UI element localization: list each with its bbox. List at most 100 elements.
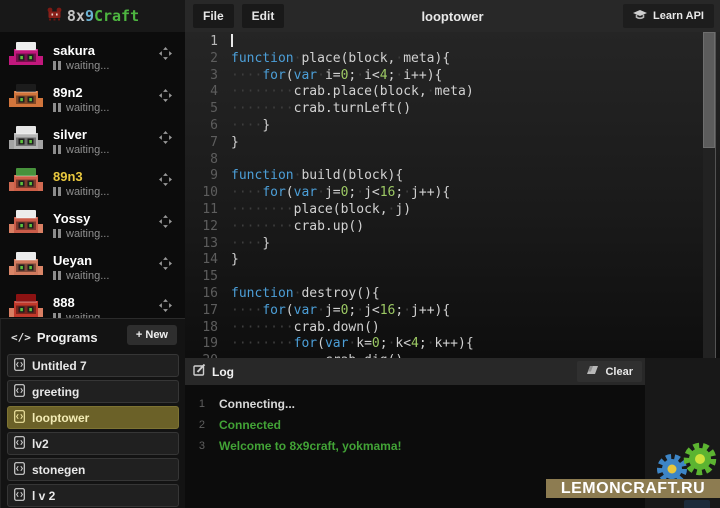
edit-menu-button[interactable]: Edit [242,4,285,28]
code-line: 14} [185,252,720,269]
player-info: 89n3 waiting... [53,169,109,198]
player-row[interactable]: Ueyanwaiting... [0,246,185,288]
player-name: 888 [53,295,109,310]
code-line: 4········crab.place(block,·meta) [185,84,720,101]
move-arrows-icon[interactable] [159,257,172,275]
program-list: Untitled 7 greeting looptower lv2 stonegen l … [7,354,179,507]
player-status-label: waiting... [66,60,109,72]
line-number: 7 [185,135,231,152]
text-cursor [231,34,233,47]
program-item[interactable]: Untitled 7 [7,354,179,377]
program-file-icon [14,488,25,504]
player-info: 89n2waiting... [53,85,109,114]
pause-icon [53,103,61,112]
file-menu-button[interactable]: File [193,4,234,28]
player-info: Yossywaiting... [53,211,109,240]
program-item[interactable]: stonegen [7,458,179,481]
code-text: ····for(var·j=0;·j<16;·j++){ [231,303,450,320]
pause-icon [53,61,61,70]
log-line-number: 1 [185,394,219,415]
clear-log-button[interactable]: Clear [577,361,642,382]
watermark-text: LEMONCRAFT.RU [561,480,705,498]
pause-icon [53,187,61,196]
robot-avatar-icon [9,83,43,116]
edit-note-icon [193,363,206,381]
player-row[interactable]: silver waiting... [0,120,185,162]
logo-text: 8x9Craft [67,7,139,25]
editor-scrollbar[interactable] [703,32,716,358]
program-item-label: Untitled 7 [32,359,87,373]
code-line: 9function·build(block){ [185,168,720,185]
player-status: waiting... [53,270,109,282]
line-number: 9 [185,168,231,185]
player-status-label: waiting... [66,144,109,156]
line-number: 5 [185,101,231,118]
program-item[interactable]: lv2 [7,432,179,455]
line-number: 8 [185,152,231,169]
code-line: 7} [185,135,720,152]
code-text: ····} [231,118,270,135]
program-file-icon [14,462,25,478]
app-logo: 8x9Craft [0,0,185,32]
player-row[interactable]: Yossywaiting... [0,204,185,246]
learn-api-label: Learn API [653,10,704,22]
program-item[interactable]: greeting [7,380,179,403]
code-text: function·place(block,·meta){ [231,51,450,68]
program-item[interactable]: l v 2 [7,484,179,507]
program-item[interactable]: looptower [7,406,179,429]
code-line: 11········place(block,·j) [185,202,720,219]
learn-api-button[interactable]: Learn API [623,4,714,28]
player-status: waiting... [53,228,109,240]
move-arrows-icon[interactable] [159,215,172,233]
line-number: 1 [185,34,231,51]
code-line: 18········crab.down() [185,320,720,337]
player-status: waiting... [53,102,109,114]
player-row[interactable]: 89n3 waiting... [0,162,185,204]
program-file-icon [14,384,25,400]
code-line: 3····for(var·i=0;·i<4;·i++){ [185,68,720,85]
player-status: waiting... [53,144,109,156]
editor-scrollbar-thumb[interactable] [703,32,715,148]
pause-icon [53,271,61,280]
line-number: 17 [185,303,231,320]
log-line-number: 2 [185,415,219,436]
code-line: 2function·place(block,·meta){ [185,51,720,68]
player-name: silver [53,127,109,142]
code-text: ········crab.turnLeft() [231,101,411,118]
move-arrows-icon[interactable] [159,299,172,317]
code-line: 5········crab.turnLeft() [185,101,720,118]
move-arrows-icon[interactable] [159,173,172,191]
app-window: 8x9Craft File Edit looptower Learn API s… [0,0,720,508]
code-line: 10····for(var·j=0;·j<16;·j++){ [185,185,720,202]
code-text: function·build(block){ [231,168,403,185]
move-arrows-icon[interactable] [159,131,172,149]
log-message: Connecting... [219,394,295,415]
line-number: 2 [185,51,231,68]
line-number: 3 [185,68,231,85]
code-lines: 12function·place(block,·meta){3····for(v… [185,34,720,358]
move-arrows-icon[interactable] [159,47,172,65]
player-row[interactable]: 89n2waiting... [0,78,185,120]
log-message: Connected [219,415,281,436]
move-arrows-icon[interactable] [159,89,172,107]
code-line: 1 [185,34,720,51]
code-line: 16function·destroy(){ [185,286,720,303]
player-row[interactable]: 888waiting... [0,288,185,318]
player-name: 89n3 [53,169,109,184]
code-text: } [231,252,239,269]
player-status-label: waiting... [66,270,109,282]
clear-log-label: Clear [605,366,633,378]
code-text: ········crab.place(block,·meta) [231,84,474,101]
player-info: silver waiting... [53,127,109,156]
player-row[interactable]: sakurawaiting... [0,36,185,78]
code-editor[interactable]: 12function·place(block,·meta){3····for(v… [185,32,720,358]
robot-avatar-icon [9,251,43,284]
player-status: waiting... [53,186,109,198]
log-message: Welcome to 8x9craft, yokmama! [219,436,402,457]
robot-avatar-icon [9,209,43,242]
log-entry: 1Connecting... [185,394,645,415]
code-text: ····for(var·j=0;·j<16;·j++){ [231,185,450,202]
program-item-label: greeting [32,385,79,399]
code-line: 13····} [185,236,720,253]
new-program-button[interactable]: + New [127,325,177,345]
